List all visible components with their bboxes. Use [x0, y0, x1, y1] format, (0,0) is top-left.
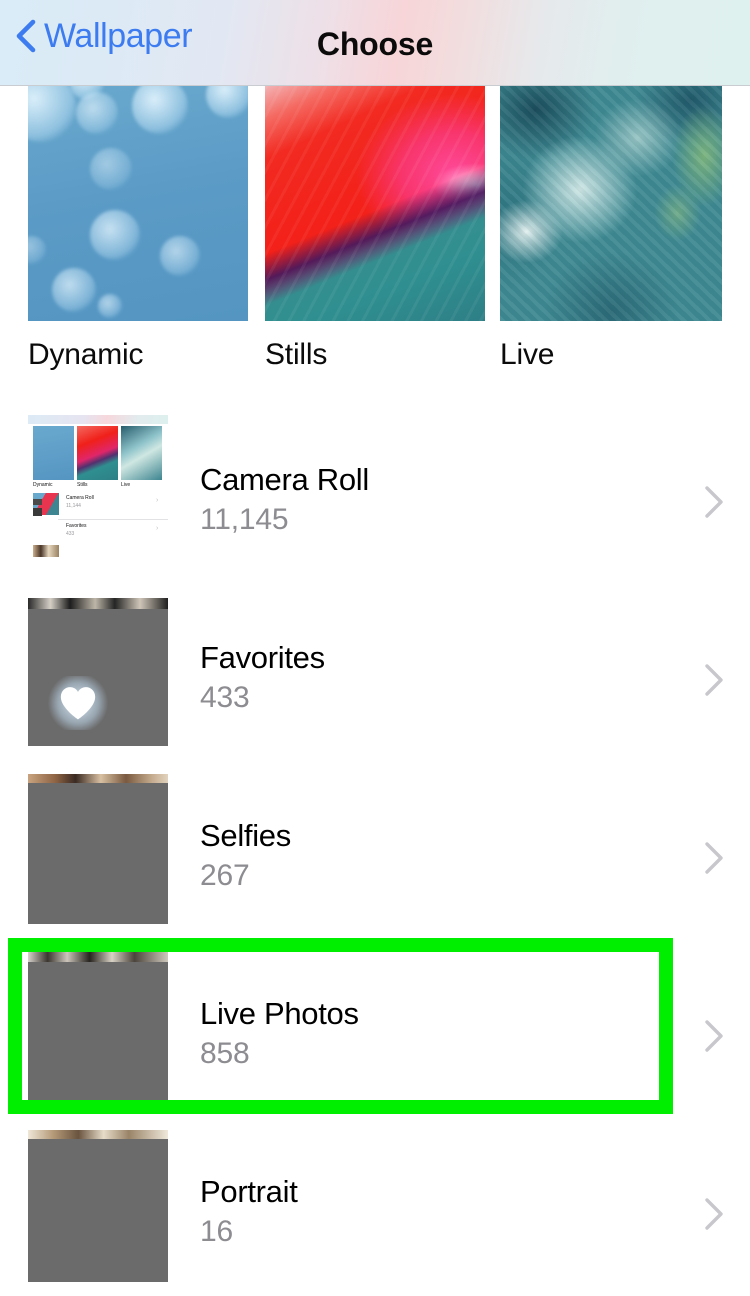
stills-wallpaper-thumbnail	[265, 86, 485, 321]
table-row[interactable]: Portrait 16	[0, 1112, 750, 1290]
album-text-camera-roll: Camera Roll 11,145	[200, 462, 369, 537]
table-row[interactable]: Selfies 267	[0, 756, 750, 934]
mini-chevron-right-icon: ›	[156, 497, 159, 504]
album-thumbnail-favorites	[28, 598, 168, 746]
chevron-right-icon[interactable]	[703, 1019, 725, 1053]
mini-row-title: Favorites	[66, 523, 87, 529]
category-tile-label: Live	[500, 338, 555, 371]
category-tile-label: Stills	[265, 338, 328, 371]
album-thumbnail-portrait	[28, 1130, 168, 1282]
mini-row-count: 433	[66, 531, 75, 537]
table-row[interactable]: Dynamic Stills Live Camera Roll 11,144 ›…	[0, 400, 750, 578]
album-title: Selfies	[200, 818, 291, 853]
chevron-right-icon[interactable]	[703, 485, 725, 519]
album-count: 433	[200, 681, 250, 714]
live-wallpaper-thumbnail	[500, 86, 722, 321]
album-count: 858	[200, 1037, 250, 1070]
category-tile-dynamic[interactable]: Dynamic	[28, 86, 248, 372]
mini-row-title: Camera Roll	[66, 495, 94, 501]
album-text-favorites: Favorites 433	[200, 640, 325, 715]
navigation-bar: Wallpaper Choose	[0, 0, 750, 86]
recursive-screenshot-preview: Dynamic Stills Live Camera Roll 11,144 ›…	[28, 415, 168, 575]
album-text-selfies: Selfies 267	[200, 818, 291, 893]
table-row-live-photos[interactable]: Live Photos 858	[0, 934, 750, 1112]
chevron-right-icon[interactable]	[703, 663, 725, 697]
mini-tile-label: Stills	[77, 482, 88, 488]
wallpaper-choose-screen: Wallpaper Choose Dynamic Stills Live Dyn…	[0, 0, 750, 1296]
table-row[interactable]: Favorites 433	[0, 578, 750, 756]
mini-tile-label: Dynamic	[33, 482, 53, 488]
mini-tile-label: Live	[121, 482, 131, 488]
album-text-portrait: Portrait 16	[200, 1174, 298, 1249]
album-text-live-photos: Live Photos 858	[200, 996, 359, 1071]
category-tile-stills[interactable]: Stills	[265, 86, 485, 372]
wallpaper-category-tiles: Dynamic Stills Live	[0, 86, 750, 376]
album-count: 267	[200, 859, 250, 892]
album-count: 16	[200, 1215, 233, 1248]
chevron-right-icon[interactable]	[703, 841, 725, 875]
album-thumbnail-camera-roll: Dynamic Stills Live Camera Roll 11,144 ›…	[28, 415, 168, 575]
mini-chevron-right-icon: ›	[156, 525, 159, 532]
album-thumbnail-selfies	[28, 774, 168, 924]
album-title: Portrait	[200, 1174, 298, 1209]
category-tile-label: Dynamic	[28, 338, 144, 371]
album-count: 11,145	[200, 503, 289, 536]
album-title: Favorites	[200, 640, 325, 675]
album-title: Live Photos	[200, 996, 359, 1031]
dynamic-wallpaper-thumbnail	[28, 86, 248, 321]
favorite-heart-icon	[46, 676, 110, 730]
mini-row-count: 11,144	[66, 503, 81, 509]
album-title: Camera Roll	[200, 462, 369, 497]
chevron-right-icon[interactable]	[703, 1197, 725, 1231]
category-tile-live[interactable]: Live	[500, 86, 722, 372]
album-thumbnail-live-photos	[28, 952, 168, 1102]
page-title: Choose	[316, 26, 434, 62]
